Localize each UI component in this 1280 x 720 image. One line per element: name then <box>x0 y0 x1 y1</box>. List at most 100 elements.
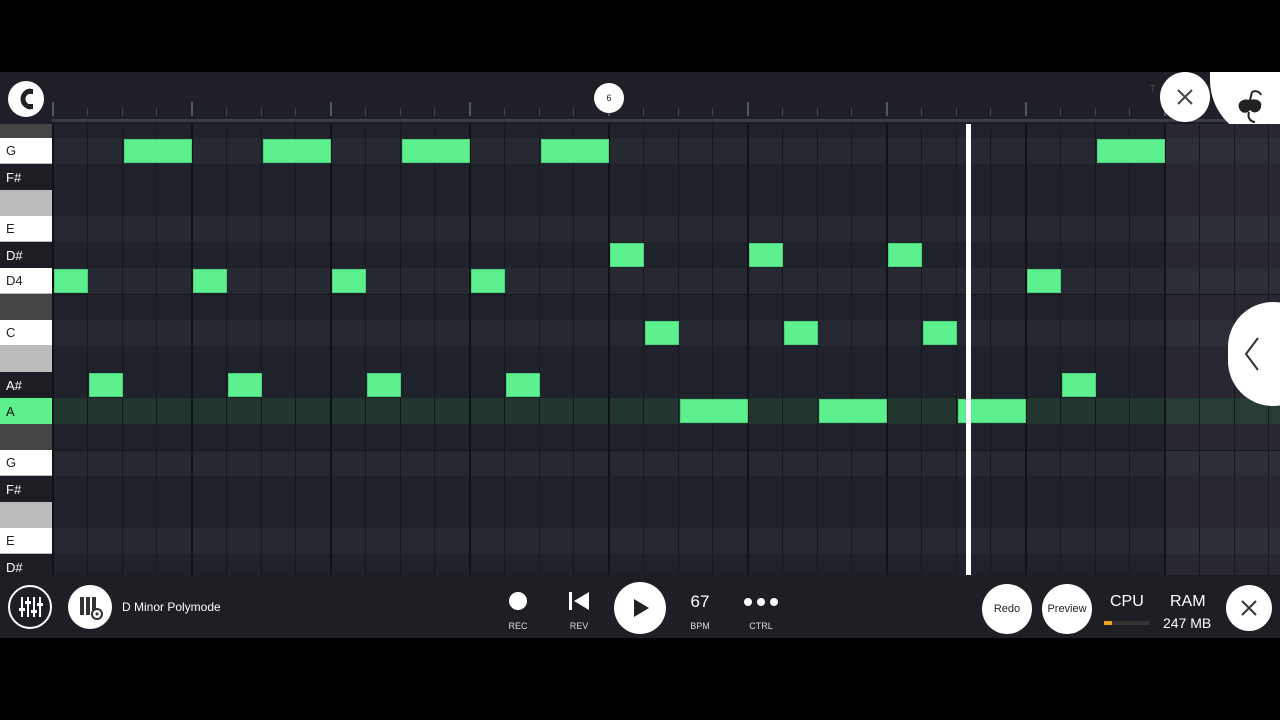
grid-row[interactable] <box>52 216 1280 242</box>
piano-key-g[interactable]: G <box>0 138 52 164</box>
control-button[interactable] <box>743 595 779 607</box>
piano-key-e[interactable]: E <box>0 528 52 554</box>
mixer-button[interactable] <box>8 585 52 629</box>
grid-row[interactable] <box>52 476 1280 502</box>
record-button[interactable] <box>509 592 527 610</box>
note-c[interactable] <box>922 321 957 345</box>
redo-button[interactable]: Redo <box>982 584 1032 634</box>
record-label: REC <box>508 621 528 631</box>
piano-key[interactable] <box>0 190 52 216</box>
playhead[interactable] <box>966 124 971 575</box>
grid-row[interactable] <box>52 502 1280 528</box>
piano-key-c[interactable]: C <box>0 320 52 346</box>
note-a-sharp[interactable] <box>227 373 262 397</box>
piano-key-a[interactable]: A <box>0 398 52 424</box>
piano-key[interactable] <box>0 346 52 372</box>
grid-line <box>399 124 401 575</box>
close-marker-button[interactable] <box>1160 72 1210 122</box>
grid-line <box>677 124 679 575</box>
piano-key-g[interactable]: G <box>0 450 52 476</box>
note-a-sharp[interactable] <box>1061 373 1096 397</box>
note-a-sharp[interactable] <box>88 373 123 397</box>
grid-line <box>712 124 714 575</box>
bar-marker-7: 7 <box>1150 84 1156 94</box>
grid-row[interactable] <box>52 554 1280 575</box>
note-d4[interactable] <box>193 269 227 293</box>
tempo-label: BPM <box>690 621 710 631</box>
grid-row[interactable] <box>52 124 1280 138</box>
snap-magnet-button[interactable] <box>8 81 44 117</box>
note-g[interactable] <box>262 139 331 163</box>
octave-separator <box>52 450 1280 451</box>
grid-row[interactable] <box>52 528 1280 554</box>
grid-line <box>156 124 158 575</box>
close-icon <box>1177 89 1193 105</box>
grid-line <box>1198 124 1200 575</box>
grid-row[interactable] <box>52 242 1280 268</box>
piano-key[interactable] <box>0 502 52 528</box>
timeline-tick <box>399 108 401 116</box>
note-grid[interactable] <box>52 124 1280 575</box>
rewind-button[interactable] <box>566 590 592 612</box>
piano-key-d-sharp[interactable]: D# <box>0 242 52 268</box>
note-a[interactable] <box>818 399 887 423</box>
project-name[interactable]: D Minor Polymode <box>122 600 221 614</box>
grid-row[interactable] <box>52 450 1280 476</box>
timeline-ruler[interactable]: 6 7 <box>0 72 1280 140</box>
note-g[interactable] <box>1096 139 1165 163</box>
piano-key-a-sharp[interactable]: A# <box>0 372 52 398</box>
timeline-tick <box>1094 108 1096 116</box>
piano-key-d4[interactable]: D4 <box>0 268 52 294</box>
piano-key-f-sharp[interactable]: F# <box>0 164 52 190</box>
note-c[interactable] <box>783 321 818 345</box>
note-d4[interactable] <box>471 269 505 293</box>
grid-line <box>364 124 366 575</box>
grid-row[interactable] <box>52 268 1280 294</box>
grid-row[interactable] <box>52 164 1280 190</box>
piano-key[interactable] <box>0 424 52 450</box>
grid-row[interactable] <box>52 346 1280 372</box>
grid-line <box>503 124 505 575</box>
note-a-sharp[interactable] <box>505 373 540 397</box>
grid-line <box>920 124 922 575</box>
note-d4[interactable] <box>332 269 366 293</box>
timeline-tick <box>156 108 158 116</box>
cpu-meter-fill <box>1104 621 1112 625</box>
grid-row[interactable] <box>52 424 1280 450</box>
timeline-track[interactable] <box>52 72 1280 122</box>
timeline-tick <box>121 108 123 116</box>
grid-line <box>1164 124 1166 575</box>
grid-row[interactable] <box>52 398 1280 424</box>
note-d4[interactable] <box>1027 269 1061 293</box>
piano-key-f-sharp[interactable]: F# <box>0 476 52 502</box>
note-g[interactable] <box>401 139 470 163</box>
grid-line <box>955 124 957 575</box>
note-a[interactable] <box>679 399 748 423</box>
magnet-icon <box>20 88 33 110</box>
play-button[interactable] <box>614 582 666 634</box>
piano-key-e[interactable]: E <box>0 216 52 242</box>
note-g[interactable] <box>540 139 609 163</box>
note-a-sharp[interactable] <box>366 373 401 397</box>
bar-marker-6[interactable]: 6 <box>594 83 624 113</box>
note-d4[interactable] <box>54 269 88 293</box>
tempo-value[interactable]: 67 <box>680 592 720 612</box>
preview-button[interactable]: Preview <box>1042 584 1092 634</box>
piano-keyboard[interactable]: G F# E D# D4 C A# A G F# E D# <box>0 124 52 575</box>
timeline-tick <box>1025 102 1027 116</box>
grid-row[interactable] <box>52 190 1280 216</box>
piano-roll-app: 6 7 G F# E D# D4 C A# A G F# E D# D Mino… <box>0 72 1280 638</box>
timeline-tick <box>295 108 297 116</box>
note-d-sharp[interactable] <box>749 243 783 267</box>
piano-key[interactable] <box>0 294 52 320</box>
note-c[interactable] <box>644 321 679 345</box>
note-d-sharp[interactable] <box>888 243 922 267</box>
piano-key-d-sharp[interactable]: D# <box>0 554 52 575</box>
grid-row[interactable] <box>52 294 1280 320</box>
note-g[interactable] <box>123 139 192 163</box>
note-d-sharp[interactable] <box>610 243 644 267</box>
piano-settings-button[interactable] <box>68 585 112 629</box>
piano-key[interactable] <box>0 124 52 138</box>
close-editor-button[interactable] <box>1226 585 1272 631</box>
grid-line <box>260 124 262 575</box>
